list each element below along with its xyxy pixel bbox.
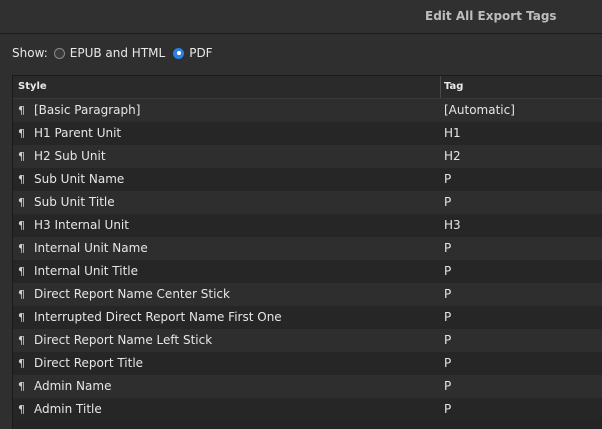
table-row[interactable]: ¶ Admin Title P — [13, 398, 602, 421]
radio-pdf-indicator[interactable] — [173, 47, 185, 59]
pilcrow-icon: ¶ — [18, 311, 25, 324]
style-name: Internal Unit Name — [34, 241, 148, 255]
pilcrow-icon: ¶ — [18, 265, 25, 278]
radio-pdf-label[interactable]: PDF — [189, 46, 212, 60]
tag-cell[interactable]: H3 — [441, 214, 602, 237]
table-row[interactable]: ¶ H2 Sub Unit H2 — [13, 145, 602, 168]
style-cell[interactable]: ¶ Admin Name — [13, 375, 441, 398]
tag-cell[interactable]: P — [441, 168, 602, 191]
style-name: Direct Report Title — [34, 356, 144, 370]
style-name: Internal Unit Title — [34, 264, 139, 278]
table-row[interactable]: ¶ [Basic Paragraph] [Automatic] — [13, 99, 602, 122]
table-header: Style Tag — [13, 76, 602, 99]
style-cell[interactable]: ¶ Internal Unit Title — [13, 260, 441, 283]
style-name: Interrupted Direct Report Name First One — [34, 310, 282, 324]
pilcrow-icon: ¶ — [18, 104, 25, 117]
tag-cell[interactable]: P — [441, 237, 602, 260]
table-row[interactable]: ¶ Direct Report Title P — [13, 352, 602, 375]
style-cell[interactable]: ¶ Direct Report Name Center Stick — [13, 283, 441, 306]
pilcrow-icon: ¶ — [18, 380, 25, 393]
tag-cell[interactable]: P — [441, 329, 602, 352]
style-cell[interactable]: ¶ Internal Unit Name — [13, 237, 441, 260]
style-name: H3 Internal Unit — [34, 218, 129, 232]
table-row[interactable]: ¶ Interrupted Direct Report Name First On… — [13, 306, 602, 329]
table-body: ¶ [Basic Paragraph] [Automatic] ¶ H1 Parent … — [13, 99, 602, 421]
pilcrow-icon: ¶ — [18, 403, 25, 416]
radio-epub-html-indicator[interactable] — [53, 47, 65, 59]
tag-cell[interactable]: P — [441, 260, 602, 283]
style-name: Admin Name — [34, 379, 112, 393]
style-cell[interactable]: ¶ Direct Report Title — [13, 352, 441, 375]
radio-epub-html[interactable]: EPUB and HTML — [53, 46, 165, 60]
style-cell[interactable]: ¶ Admin Title — [13, 398, 441, 421]
table-row[interactable]: ¶ H1 Parent Unit H1 — [13, 122, 602, 145]
style-name: Direct Report Name Left Stick — [34, 333, 213, 347]
column-header-style[interactable]: Style — [13, 76, 441, 98]
pilcrow-icon: ¶ — [18, 242, 25, 255]
radio-epub-html-label[interactable]: EPUB and HTML — [70, 46, 165, 60]
table-row[interactable]: ¶ Internal Unit Name P — [13, 237, 602, 260]
radio-pdf[interactable]: PDF — [173, 46, 213, 60]
style-name: H1 Parent Unit — [34, 126, 122, 140]
style-cell[interactable]: ¶ H2 Sub Unit — [13, 145, 441, 168]
pilcrow-icon: ¶ — [18, 357, 25, 370]
tag-cell[interactable]: H2 — [441, 145, 602, 168]
tag-cell[interactable]: P — [441, 306, 602, 329]
table-row[interactable]: ¶ Admin Name P — [13, 375, 602, 398]
table-row[interactable]: ¶ Sub Unit Title P — [13, 191, 602, 214]
pilcrow-icon: ¶ — [18, 173, 25, 186]
style-name: Direct Report Name Center Stick — [34, 287, 230, 301]
table-row[interactable]: ¶ Sub Unit Name P — [13, 168, 602, 191]
table-row[interactable]: ¶ Direct Report Name Center Stick P — [13, 283, 602, 306]
style-name: Sub Unit Title — [34, 195, 115, 209]
title-bar: Edit All Export Tags — [0, 0, 602, 34]
table-row[interactable]: ¶ Internal Unit Title P — [13, 260, 602, 283]
column-header-tag[interactable]: Tag — [441, 76, 602, 98]
tag-cell[interactable]: P — [441, 283, 602, 306]
pilcrow-icon: ¶ — [18, 334, 25, 347]
tag-cell[interactable]: P — [441, 352, 602, 375]
style-cell[interactable]: ¶ [Basic Paragraph] — [13, 99, 441, 122]
tag-cell[interactable]: H1 — [441, 122, 602, 145]
pilcrow-icon: ¶ — [18, 288, 25, 301]
edit-export-tags-dialog: Edit All Export Tags Show: EPUB and HTML… — [0, 0, 602, 429]
style-name: Admin Title — [34, 402, 102, 416]
style-cell[interactable]: ¶ H1 Parent Unit — [13, 122, 441, 145]
tag-cell[interactable]: P — [441, 191, 602, 214]
style-cell[interactable]: ¶ Sub Unit Name — [13, 168, 441, 191]
tag-cell[interactable]: [Automatic] — [441, 99, 602, 122]
style-cell[interactable]: ¶ H3 Internal Unit — [13, 214, 441, 237]
style-cell[interactable]: ¶ Sub Unit Title — [13, 191, 441, 214]
style-cell[interactable]: ¶ Interrupted Direct Report Name First On… — [13, 306, 441, 329]
style-name: Sub Unit Name — [34, 172, 125, 186]
style-name: [Basic Paragraph] — [34, 103, 141, 117]
tag-cell[interactable]: P — [441, 398, 602, 421]
dialog-title: Edit All Export Tags — [425, 9, 557, 23]
show-filter: Show: EPUB and HTML PDF — [12, 44, 221, 62]
style-name: H2 Sub Unit — [34, 149, 106, 163]
pilcrow-icon: ¶ — [18, 150, 25, 163]
tag-cell[interactable]: P — [441, 375, 602, 398]
pilcrow-icon: ¶ — [18, 196, 25, 209]
show-label: Show: — [12, 46, 48, 60]
pilcrow-icon: ¶ — [18, 219, 25, 232]
table-row[interactable]: ¶ Direct Report Name Left Stick P — [13, 329, 602, 352]
style-cell[interactable]: ¶ Direct Report Name Left Stick — [13, 329, 441, 352]
table-row[interactable]: ¶ H3 Internal Unit H3 — [13, 214, 602, 237]
pilcrow-icon: ¶ — [18, 127, 25, 140]
export-tags-table: Style Tag ¶ [Basic Paragraph] [Automatic] ¶… — [12, 75, 602, 429]
